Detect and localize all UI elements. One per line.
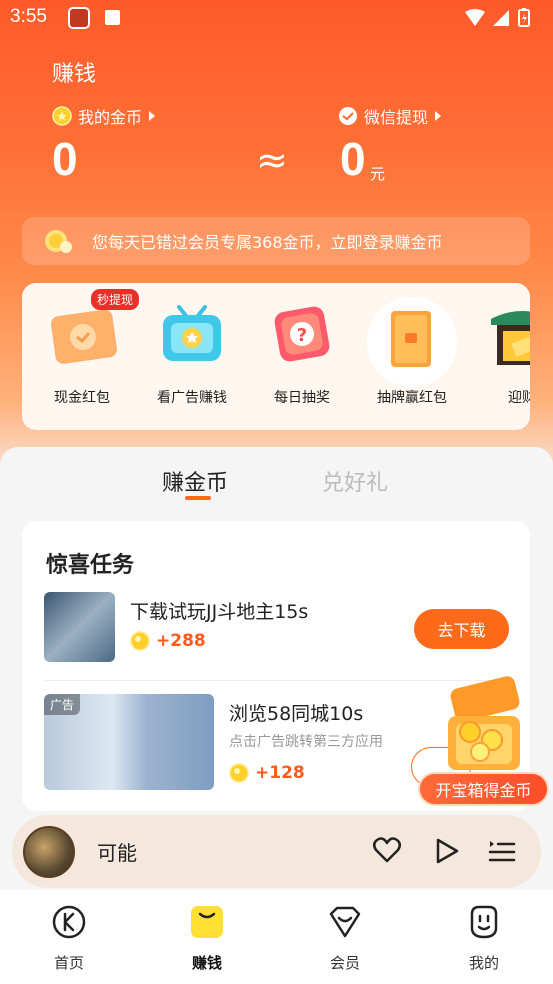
profile-face-icon [470,905,498,939]
earn-icon [191,906,223,938]
fortune-gate-icon [487,297,530,367]
signal-battery-icon [465,8,530,27]
coin-bell-icon [45,230,72,253]
tab-label: 首页 [53,954,84,972]
feature-label: 现金红包 [54,390,110,406]
feature-cash-redpacket[interactable]: 秒提现 现金红包 [32,289,139,407]
triangle-right-icon [149,111,156,121]
task-reward-value: +288 [156,631,206,651]
wechat-value: 0 [340,133,366,185]
my-coins-label: 我的金币 [78,108,143,127]
tab-earn-coins[interactable]: 赚金币 [162,465,228,497]
task-name: 下载试玩JJ斗地主15s [130,601,309,623]
tv-icon [157,297,227,367]
tab-mine[interactable]: 我的 [444,904,524,973]
vip-diamond-icon [329,906,361,938]
redpacket-icon: 秒提现 [47,289,139,367]
feature-card-draw[interactable]: 抽牌赢红包 [362,297,462,407]
play-icon[interactable] [434,837,460,865]
wechat-check-icon [339,107,357,125]
status-bar: 3:55 [0,0,553,36]
open-treasure-button[interactable]: 开宝箱得金币 [418,772,549,806]
coin-icon [229,763,249,783]
feature-fortune[interactable]: 迎财 [472,297,530,407]
tab-home[interactable]: 首页 [29,904,109,973]
coin-icon [52,106,72,126]
coin-icon [130,631,150,651]
wechat-withdraw-label: 微信提现 [364,108,429,127]
lottery-cube-icon: ? [267,297,337,367]
task-reward-value: +128 [255,763,305,783]
tab-label: 赚钱 [191,954,222,972]
playlist-icon[interactable] [488,837,516,865]
triangle-right-icon [435,111,442,121]
tab-earn[interactable]: 赚钱 [167,904,247,973]
feature-badge: 秒提现 [90,289,139,310]
feature-watch-ad[interactable]: 看广告赚钱 [142,297,242,407]
ad-tag: 广告 [44,694,81,715]
card-draw-icon [367,297,457,387]
task-reward: +288 [130,631,206,651]
tab-label: 会员 [329,954,360,972]
treasure-chest-icon[interactable] [430,668,530,778]
song-title: 可能 [97,841,137,865]
app-notification-icon-2 [105,10,120,25]
tab-label: 我的 [468,954,499,972]
coins-value: 0 [52,133,78,185]
tab-redeem-gifts[interactable]: 兑好礼 [322,465,388,497]
wechat-withdraw-link[interactable]: 微信提现 [338,104,442,128]
feature-label: 抽牌赢红包 [377,390,447,406]
feature-daily-lottery[interactable]: ? 每日抽奖 [252,297,352,407]
task-name: 浏览58同城10s [229,703,364,725]
bottom-tab-bar: 首页 赚钱 会员 我的 [0,890,553,984]
my-coins-link[interactable]: 我的金币 [52,104,156,128]
status-time: 3:55 [10,6,47,27]
task-thumbnail [44,592,115,662]
download-button[interactable]: 去下载 [414,609,509,649]
heart-icon[interactable] [372,835,402,865]
approx-symbol: ≈ [256,138,288,182]
page-title: 赚钱 [52,62,97,87]
task-description: 点击广告跳转第三方应用 [229,734,383,750]
mini-player[interactable]: 可能 [12,815,541,888]
tab-vip[interactable]: 会员 [305,904,385,973]
feature-label: 迎财 [508,390,530,406]
login-notice-banner[interactable]: 您每天已错过会员专属368金币，立即登录赚金币 [22,217,530,265]
feature-label: 看广告赚钱 [157,390,227,406]
feature-card: 秒提现 现金红包 看广告赚钱 ? 每日抽奖 抽牌赢红包 迎财 [22,283,530,430]
active-tab-indicator [185,496,211,500]
notice-text: 您每天已错过会员专属368金币，立即登录赚金币 [92,233,443,252]
feature-label: 每日抽奖 [274,390,330,406]
tasks-title: 惊喜任务 [46,553,135,578]
app-notification-icon [68,7,90,29]
task-reward: +128 [229,763,305,783]
svg-text:?: ? [297,325,307,346]
album-cover[interactable] [23,826,75,878]
home-k-icon [52,905,86,939]
wechat-unit: 元 [370,165,386,183]
